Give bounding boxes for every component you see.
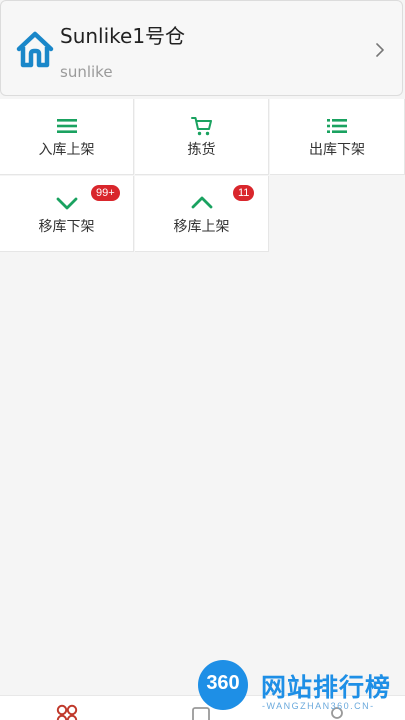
cart-icon [190, 117, 212, 136]
watermark-logo: 360 [198, 660, 248, 710]
outbound-takedown-label: 出库下架 [309, 142, 365, 158]
putaway-in-label: 入库上架 [38, 142, 95, 158]
grid-home-icon[interactable] [56, 704, 78, 720]
transfer-putaway-button[interactable]: 11 移库上架 [135, 176, 269, 252]
watermark-title: 网站排行榜 [261, 673, 392, 702]
transfer-takedown-badge: 99+ [91, 185, 120, 201]
outbound-takedown-button[interactable]: 出库下架 [270, 99, 405, 175]
bullet-list-icon [327, 119, 347, 133]
putaway-in-button[interactable]: 入库上架 [0, 99, 134, 175]
watermark-subtitle: -WANGZHAN360.CN- [262, 701, 375, 711]
list-icon [56, 119, 77, 133]
transfer-putaway-badge: 11 [233, 185, 255, 201]
warehouse-code: sunlike [60, 63, 113, 81]
transfer-putaway-label: 移库上架 [173, 219, 230, 235]
warehouse-name: Sunlike1号仓 [60, 24, 186, 48]
watermark-logo-text: 360 [206, 672, 240, 694]
transfer-takedown-label: 移库下架 [38, 219, 95, 235]
transfer-takedown-button[interactable]: 99+ 移库下架 [0, 176, 134, 252]
chevron-up-icon [191, 196, 212, 209]
warehouse-selector[interactable]: Sunlike1号仓 sunlike [0, 0, 403, 96]
chevron-down-icon [56, 197, 77, 210]
app-screen: Sunlike1号仓 sunlike 入库上架 拣货 出库下架 99+ 移库下架… [0, 0, 405, 720]
picking-button[interactable]: 拣货 [135, 99, 269, 175]
home-icon [16, 31, 54, 68]
picking-label: 拣货 [187, 142, 216, 158]
chevron-right-icon [376, 43, 384, 57]
